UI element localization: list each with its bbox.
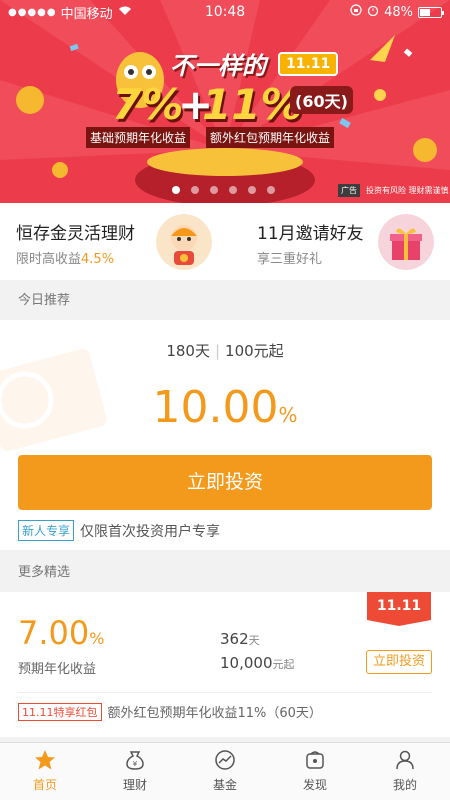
tab-label: 基金: [212, 778, 237, 792]
newbie-tag: 新人专享: [18, 520, 75, 541]
banner-days: (60天): [290, 86, 353, 114]
invest-now-button[interactable]: 立即投资: [366, 650, 432, 674]
tab-label: 发现: [302, 778, 327, 792]
section-more-picks: 更多精选: [0, 554, 450, 592]
event-ribbon: 11.11: [367, 592, 431, 626]
banner-base-rate: 7%: [112, 80, 184, 129]
banner-base-rate-label: 基础预期年化收益: [86, 127, 191, 148]
product-min-amount: 10,000元起: [220, 654, 295, 672]
promo-banner[interactable]: ●●●●● 中国移动 10:48 48% 不一样的 11.11 7% + 11%…: [0, 0, 450, 203]
tab-mine[interactable]: 我的: [360, 743, 450, 800]
promo-subtitle: 享三重好礼: [257, 252, 323, 267]
baby-mascot-icon: [156, 214, 212, 270]
banner-headline: 不一样的: [170, 52, 266, 80]
status-bar: ●●●●● 中国移动 10:48 48%: [0, 0, 450, 24]
product-terms: 180天 | 100元起: [166, 342, 284, 360]
banner-page-dot[interactable]: [191, 186, 199, 194]
quick-promos: 恒存金灵活理财 限时高收益4.5% 11月邀请好友 享三重好礼: [0, 203, 450, 280]
risk-disclaimer: 投资有风险 理财需谨慎: [366, 186, 449, 195]
today-recommend-card[interactable]: 180天 | 100元起 10.00% 立即投资 新人专享 仅限首次投资用户专享: [0, 320, 450, 550]
bonus-text: 额外红包预期年化收益11%（60天）: [107, 706, 322, 721]
gift-box-icon: [378, 214, 434, 270]
tab-funds[interactable]: 基金: [180, 743, 270, 800]
ad-badge: 广告: [338, 184, 360, 197]
tab-label: 首页: [32, 778, 57, 792]
expected-rate-label: 预期年化收益: [18, 662, 97, 677]
divider: [18, 692, 432, 693]
promo-invite-friends[interactable]: 11月邀请好友 享三重好礼: [225, 203, 450, 280]
promo-rate: 4.5%: [81, 252, 115, 267]
banner-page-dot[interactable]: [229, 186, 237, 194]
product-duration: 180天: [166, 342, 210, 360]
chart-circle-icon: [215, 750, 235, 770]
tab-label: 理财: [122, 778, 147, 792]
promo-title: 恒存金灵活理财: [16, 224, 135, 244]
product-min-amount: 100元起: [225, 342, 284, 360]
newbie-note: 新人专享 仅限首次投资用户专享: [18, 520, 220, 541]
banner-page-dot[interactable]: [210, 186, 218, 194]
clock: 10:48: [204, 4, 246, 20]
section-today-recommend: 今日推荐: [0, 282, 450, 320]
expected-rate: 7.00%: [18, 614, 105, 652]
money-bag-icon: ¥: [126, 751, 144, 770]
banner-page-dot[interactable]: [172, 186, 180, 194]
banner-bonus-rate-label: 额外红包预期年化收益: [206, 127, 335, 148]
newbie-text: 仅限首次投资用户专享: [80, 523, 221, 540]
expected-rate: 10.00%: [152, 382, 298, 433]
banner-page-dot[interactable]: [248, 186, 256, 194]
bottom-tab-bar: 首页 ¥ 理财 基金 发现 我的: [0, 742, 450, 800]
tab-wealth[interactable]: ¥ 理财: [90, 743, 180, 800]
invest-now-button[interactable]: 立即投资: [18, 455, 432, 510]
tab-label: 我的: [392, 778, 417, 792]
product-duration: 362天: [220, 630, 260, 648]
banner-event-tag: 11.11: [278, 52, 339, 76]
bonus-tag: 11.11特享红包: [18, 702, 102, 721]
banner-bonus-rate: 11%: [202, 80, 303, 129]
svg-text:¥: ¥: [133, 760, 138, 768]
star-icon: [35, 750, 55, 770]
tab-home[interactable]: 首页: [0, 743, 90, 800]
banner-pagination[interactable]: [172, 186, 275, 194]
promo-flexible-savings[interactable]: 恒存金灵活理财 限时高收益4.5%: [0, 203, 225, 280]
bonus-note: 11.11特享红包 额外红包预期年化收益11%（60天）: [18, 702, 322, 721]
banner-page-dot[interactable]: [267, 186, 275, 194]
tab-discover[interactable]: 发现: [270, 743, 360, 800]
user-icon: [396, 750, 414, 770]
product-card[interactable]: 11.11 7.00% 预期年化收益 362天 10,000元起 立即投资 11…: [0, 592, 450, 737]
promo-title: 11月邀请好友: [257, 224, 364, 244]
discover-box-icon: [306, 751, 324, 769]
promo-subtitle: 限时高收益4.5%: [16, 252, 115, 267]
battery-icon: [418, 6, 444, 18]
